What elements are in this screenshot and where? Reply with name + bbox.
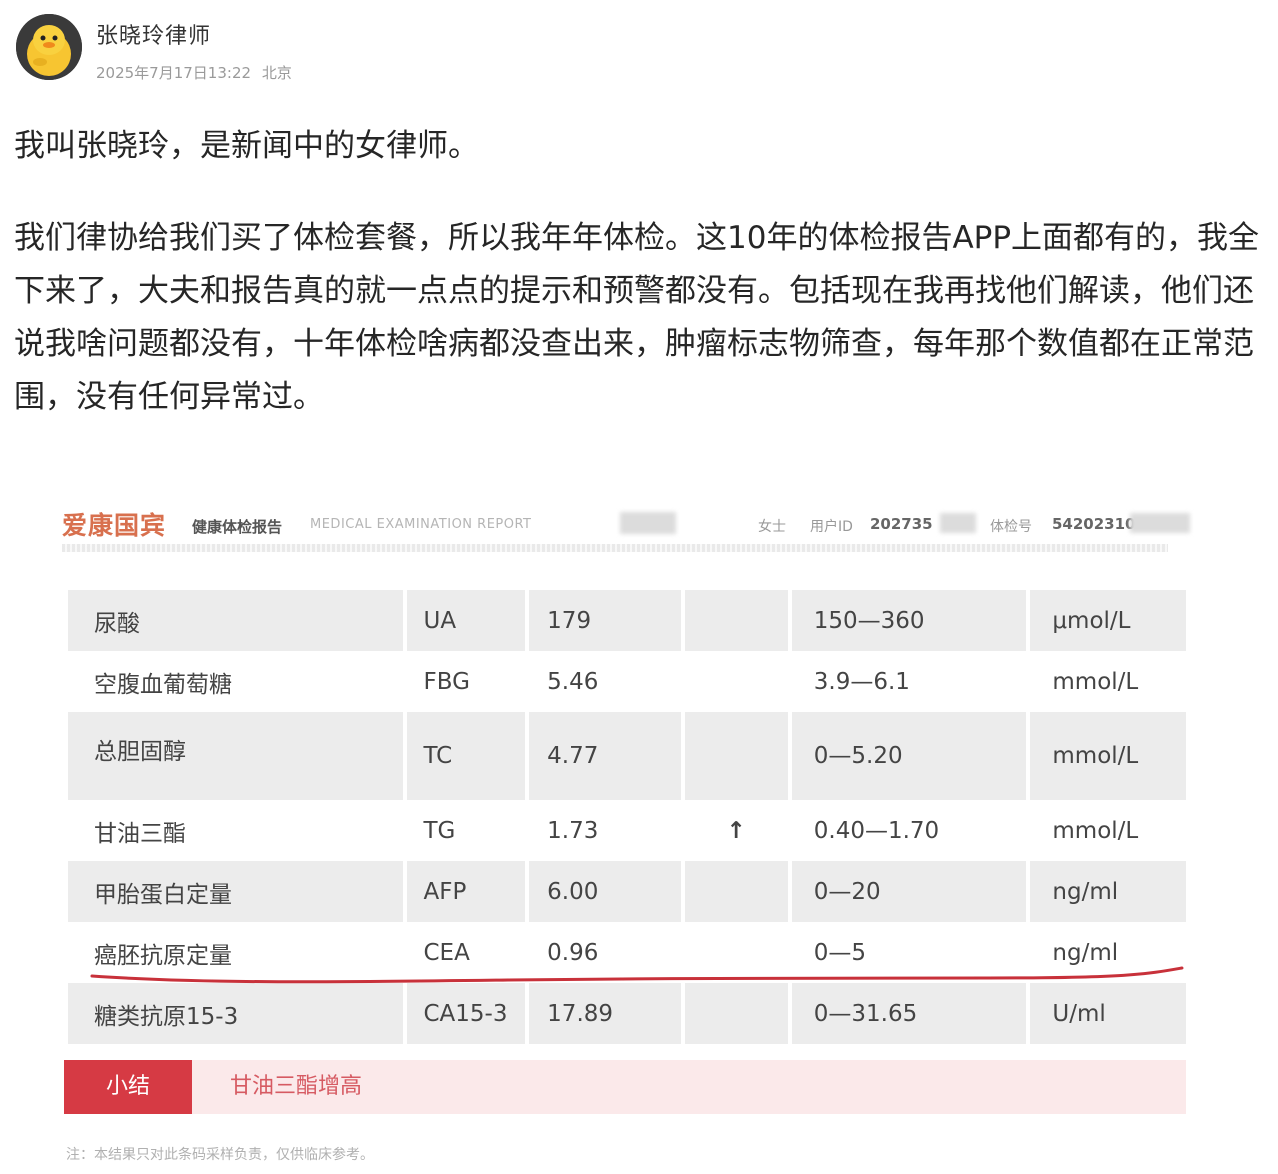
blurred-uid <box>940 513 976 533</box>
table-row: 空腹血葡萄糖 FBG 5.46 3.9—6.1 mmol/L <box>68 651 1186 712</box>
post-meta: 2025年7月17日13:22 北京 <box>96 62 292 83</box>
item-range: 0—31.65 <box>791 983 1027 1044</box>
uid-label: 用户ID <box>810 519 853 535</box>
report-image[interactable]: 爱康国宾 健康体检报告 MEDICAL EXAMINATION REPORT 女… <box>60 498 1194 1168</box>
item-code: TC <box>407 712 526 800</box>
post-date: 2025年7月17日13:22 <box>96 64 252 82</box>
duck-avatar-icon <box>16 14 82 80</box>
item-range: 0—5.20 <box>791 712 1027 800</box>
item-code: CA15-3 <box>407 983 526 1044</box>
item-range: 0—20 <box>791 861 1027 922</box>
avatar[interactable] <box>16 14 82 80</box>
report-header: 爱康国宾 健康体检报告 MEDICAL EXAMINATION REPORT 女… <box>60 498 1194 552</box>
item-name: 空腹血葡萄糖 <box>94 671 232 698</box>
up-arrow-icon: ↑ <box>726 817 746 844</box>
item-name: 糖类抗原15-3 <box>68 983 404 1044</box>
report-title-en: MEDICAL EXAMINATION REPORT <box>310 517 532 532</box>
table-row: 尿酸 UA 179 150—360 μmol/L <box>68 590 1186 651</box>
item-code: TG <box>423 817 456 844</box>
summary-box: 小结 甘油三酯增高 <box>64 1060 1186 1114</box>
table-row: 总胆固醇 TC 4.77 0—5.20 mmol/L <box>68 712 1186 800</box>
item-unit: mmol/L <box>1052 817 1139 844</box>
blurred-name <box>620 512 676 534</box>
item-value: 6.00 <box>529 861 681 922</box>
summary-text: 甘油三酯增高 <box>230 1074 363 1099</box>
exam-value: 54202310 <box>1052 515 1136 533</box>
item-value: 17.89 <box>529 983 681 1044</box>
report-note: 注：本结果只对此条码采样负责，仅供临床参考。 <box>66 1147 374 1163</box>
item-unit: mmol/L <box>1030 712 1186 800</box>
author-name[interactable]: 张晓玲律师 <box>96 18 211 50</box>
item-name: 甘油三酯 <box>94 820 186 847</box>
post-paragraph-2: 我们律协给我们买了体检套餐，所以我年年体检。这10年的体检报告APP上面都有的，… <box>14 220 1260 415</box>
exam-label: 体检号 <box>990 519 1032 535</box>
item-range: 0.40—1.70 <box>813 817 940 844</box>
item-unit: mmol/L <box>1052 668 1139 695</box>
item-unit: μmol/L <box>1030 590 1186 651</box>
gender: 女士 <box>758 519 786 535</box>
item-flag <box>684 712 788 800</box>
item-range: 3.9—6.1 <box>813 668 910 695</box>
item-name: 甲胎蛋白定量 <box>68 861 404 922</box>
item-range: 150—360 <box>791 590 1027 651</box>
item-value: 5.46 <box>547 668 599 695</box>
brand-logo: 爱康国宾 <box>62 511 167 540</box>
table-row: 甘油三酯 TG 1.73 ↑ 0.40—1.70 mmol/L <box>68 800 1186 861</box>
item-flag <box>684 861 788 922</box>
item-unit: ng/ml <box>1030 861 1186 922</box>
table-row: 糖类抗原15-3 CA15-3 17.89 0—31.65 U/ml <box>68 983 1186 1044</box>
item-name: 尿酸 <box>68 590 404 651</box>
barcode-strip <box>62 544 1168 552</box>
uid-value: 202735 <box>870 515 933 533</box>
item-flag <box>685 651 788 712</box>
item-code: FBG <box>423 668 470 695</box>
blurred-exam <box>1130 513 1190 533</box>
post-header: 张晓玲律师 2025年7月17日13:22 北京 <box>16 12 616 84</box>
item-value: 179 <box>529 590 681 651</box>
item-flag <box>684 983 788 1044</box>
summary-tag: 小结 <box>64 1060 192 1114</box>
item-value: 4.77 <box>529 712 681 800</box>
item-code: AFP <box>407 861 526 922</box>
post-paragraph-1: 我叫张晓玲，是新闻中的女律师。 <box>14 128 479 164</box>
hand-drawn-underline <box>90 966 1184 984</box>
report-title: 健康体检报告 <box>192 518 283 536</box>
item-value: 1.73 <box>547 817 599 844</box>
item-flag <box>684 590 788 651</box>
item-unit: U/ml <box>1030 983 1186 1044</box>
item-code: UA <box>407 590 526 651</box>
post-location: 北京 <box>261 64 292 82</box>
item-name: 总胆固醇 <box>68 712 404 800</box>
table-row: 甲胎蛋白定量 AFP 6.00 0—20 ng/ml <box>68 861 1186 922</box>
